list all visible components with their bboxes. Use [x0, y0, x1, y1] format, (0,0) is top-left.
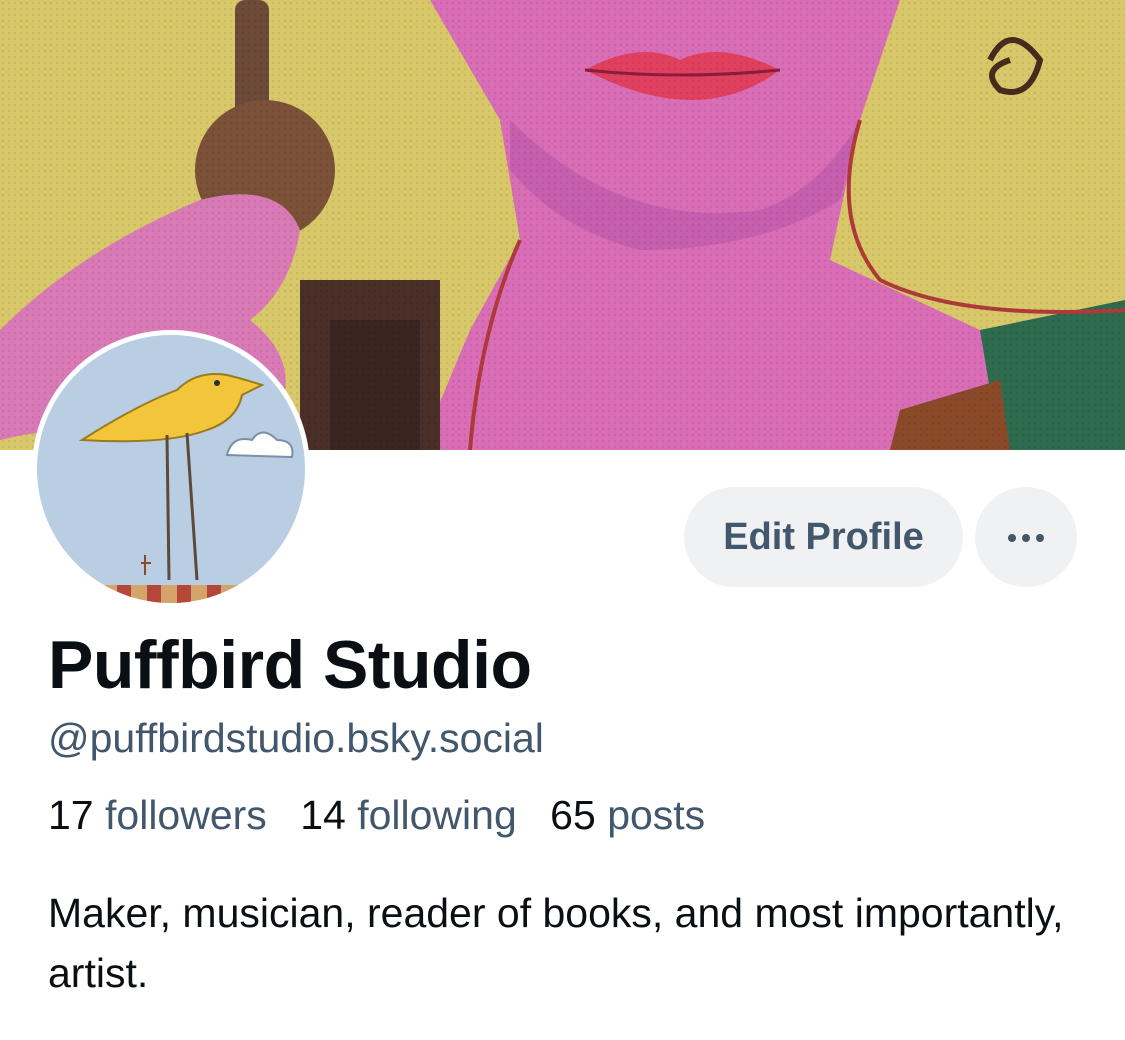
- profile-bio: Maker, musician, reader of books, and mo…: [48, 890, 1064, 996]
- following-count: 14: [300, 792, 346, 838]
- profile-stats: 17 followers 14 following 65 posts: [48, 792, 727, 839]
- ellipsis-icon: [1005, 530, 1047, 545]
- profile-page: Edit Profile Puffbird Studio @puffbirdst…: [0, 0, 1125, 1040]
- following-stat[interactable]: 14 following: [300, 792, 517, 838]
- posts-label: posts: [607, 792, 706, 838]
- followers-count: 17: [48, 792, 94, 838]
- edit-profile-button[interactable]: Edit Profile: [684, 487, 963, 587]
- display-name: Puffbird Studio: [48, 627, 532, 703]
- following-label: following: [357, 792, 517, 838]
- posts-stat: 65 posts: [550, 792, 705, 838]
- followers-label: followers: [105, 792, 267, 838]
- avatar[interactable]: [32, 330, 310, 608]
- yellow-bird-avatar: [37, 335, 305, 603]
- followers-stat[interactable]: 17 followers: [48, 792, 267, 838]
- profile-handle: @puffbirdstudio.bsky.social: [48, 715, 544, 761]
- more-options-button[interactable]: [975, 487, 1077, 587]
- posts-count: 65: [550, 792, 596, 838]
